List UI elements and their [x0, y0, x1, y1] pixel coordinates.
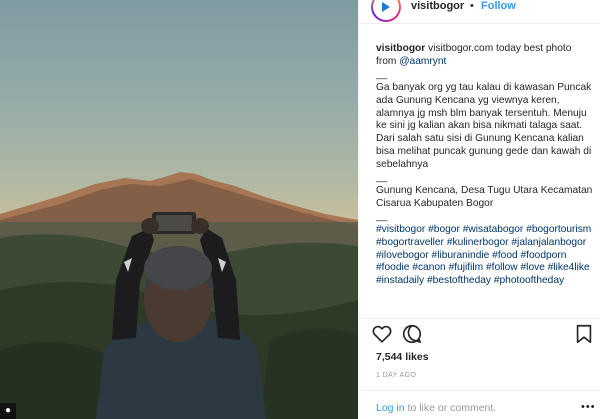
hashtag-link[interactable]: #liburanindie	[432, 250, 490, 261]
caption-location: Gunung Kencana, Desa Tugu Utara Kecamata…	[376, 184, 593, 209]
caption-hashtags: #visitbogor #bogor #wisatabogor #bogorto…	[376, 224, 594, 289]
hashtag-link[interactable]: #instadaily	[376, 275, 424, 286]
post-header: visitbogor • Follow	[359, 0, 600, 24]
hashtag-link[interactable]: #ilovebogor	[376, 250, 429, 261]
login-link[interactable]: Log in	[376, 402, 405, 414]
avatar-logo-icon	[373, 0, 399, 20]
photo-corner-badge: ●	[0, 403, 16, 419]
avatar[interactable]	[371, 0, 401, 22]
mountain-scene	[0, 172, 358, 419]
post-actions	[371, 323, 597, 347]
login-suffix-text: to like or comment.	[404, 402, 497, 414]
follow-button[interactable]: Follow	[481, 0, 516, 12]
caption-headline: visitbogor visitbogor.com today best pho…	[376, 43, 594, 69]
hashtag-link[interactable]: #follow	[486, 262, 518, 273]
post-username[interactable]: visitbogor	[411, 0, 464, 12]
hashtag-link[interactable]: #fujifilm	[449, 262, 484, 273]
hashtag-link[interactable]: #photooftheday	[494, 275, 564, 286]
divider	[359, 318, 600, 319]
post-timestamp: 1 DAY AGO	[376, 372, 417, 379]
hashtag-link[interactable]: #love	[521, 262, 545, 273]
comment-bubble-icon[interactable]	[401, 323, 425, 347]
caption-mention-link[interactable]: @aamrynt	[399, 56, 446, 67]
divider	[359, 390, 600, 391]
hashtag-link[interactable]: #kulinerbogor	[447, 237, 509, 248]
hashtag-link[interactable]: #canon	[412, 262, 445, 273]
hashtag-link[interactable]: #bestoftheday	[427, 275, 491, 286]
caption-author[interactable]: visitbogor	[376, 43, 425, 54]
hashtag-link[interactable]: #bogortraveller	[376, 237, 444, 248]
post-caption: visitbogor visitbogor.com today best pho…	[376, 43, 594, 288]
post-photo[interactable]: ●	[0, 0, 358, 419]
caption-body: Ga banyak org yg tau kalau di kawasan Pu…	[376, 81, 592, 171]
follow-separator-dot: •	[470, 0, 474, 12]
hashtag-link[interactable]: #foodie	[376, 262, 409, 273]
caption-separator-1: __	[376, 68, 388, 80]
hashtag-link[interactable]: #wisatabogor	[463, 224, 524, 235]
like-count[interactable]: 7,544 likes	[376, 351, 429, 363]
post-sidebar: visitbogor • Follow visitbogor visitbogo…	[358, 0, 600, 419]
hashtag-link[interactable]: #jalanjalanbogor	[511, 237, 586, 248]
more-options-icon[interactable]: •••	[581, 401, 596, 413]
hashtag-link[interactable]: #like4like	[548, 262, 590, 273]
hashtag-link[interactable]: #visitbogor	[376, 224, 425, 235]
hashtag-link[interactable]: #bogor	[428, 224, 460, 235]
login-prompt: Log in to like or comment.	[376, 402, 496, 414]
caption-separator-2: __	[376, 172, 388, 184]
bookmark-icon[interactable]	[573, 323, 597, 347]
hashtag-link[interactable]: #foodporn	[521, 250, 567, 261]
heart-outline-icon[interactable]	[371, 323, 395, 347]
hashtag-link[interactable]: #bogortourism	[526, 224, 591, 235]
caption-separator-3: __	[376, 210, 388, 222]
hashtag-link[interactable]: #food	[492, 250, 518, 261]
